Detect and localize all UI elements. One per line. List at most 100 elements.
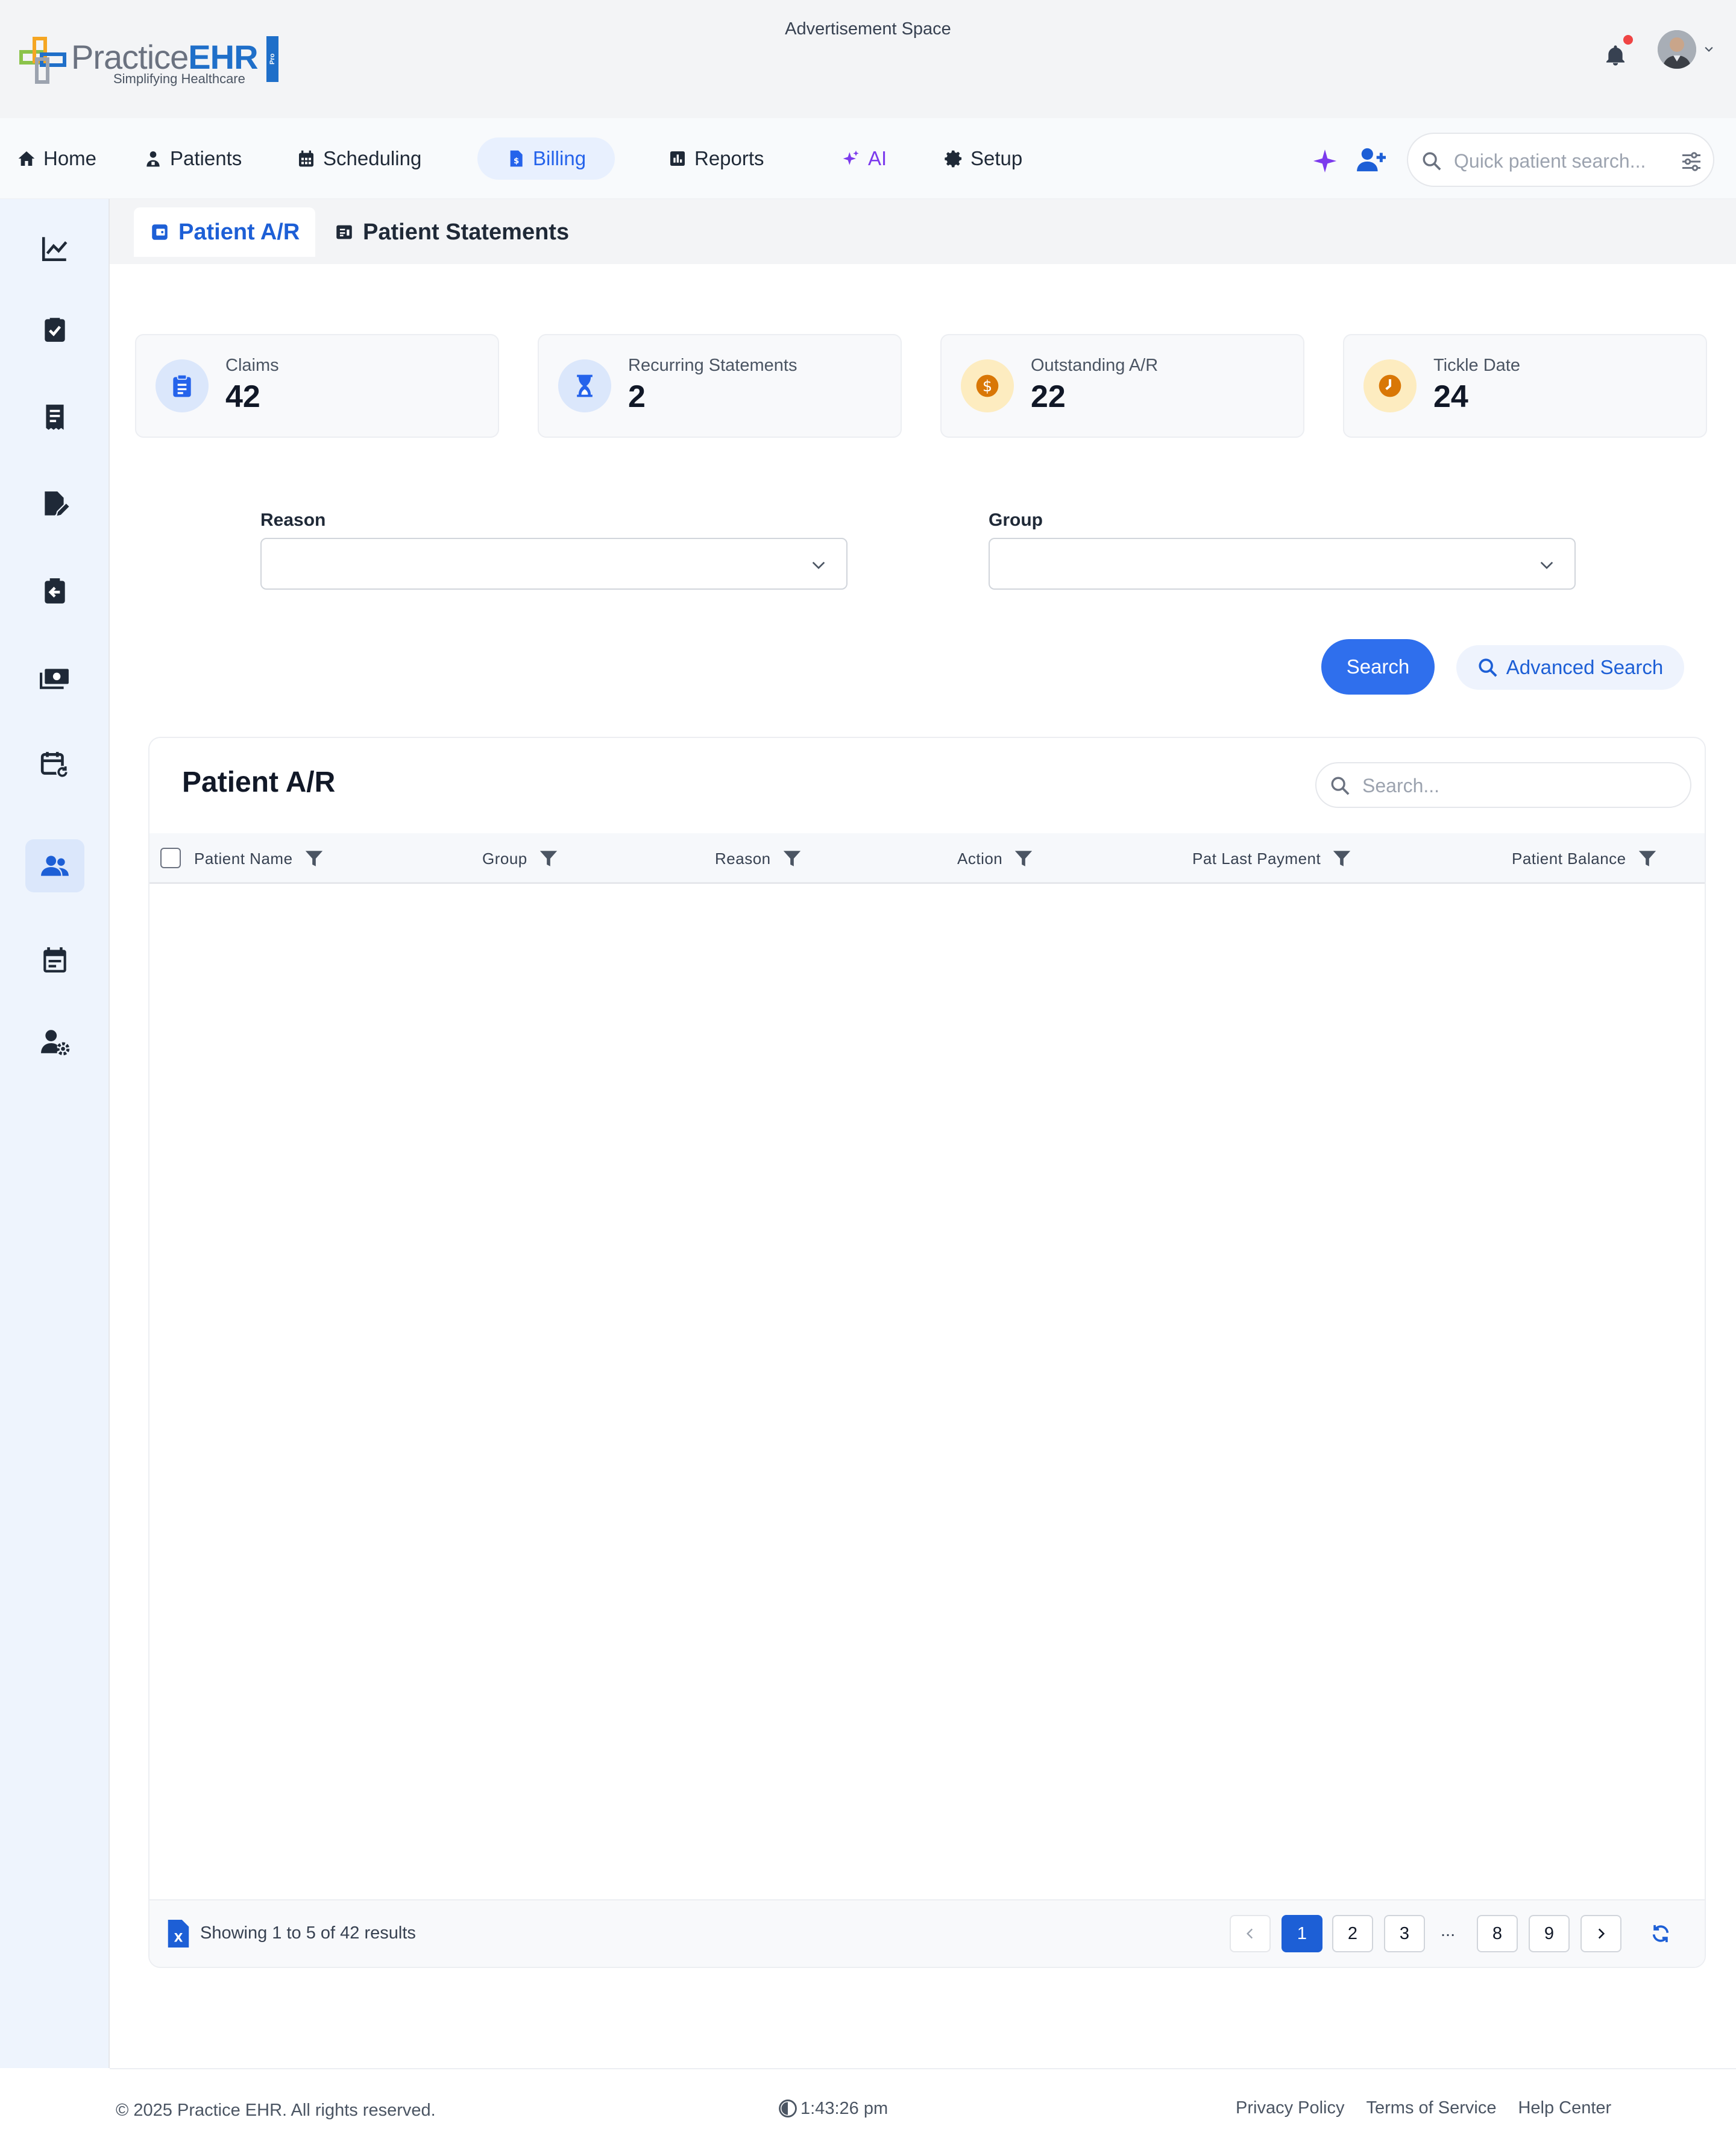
clock-icon	[779, 2099, 797, 2118]
nav-billing[interactable]: $ Billing	[477, 137, 615, 180]
chevron-down-icon[interactable]	[1701, 43, 1717, 55]
nav-reports-label: Reports	[694, 147, 764, 169]
nav-home-label: Home	[43, 147, 97, 169]
tab-patient-ar[interactable]: Patient A/R	[134, 207, 316, 257]
help-center-link[interactable]: Help Center	[1518, 2098, 1611, 2118]
hourglass-icon	[577, 374, 593, 397]
search-icon	[1423, 152, 1441, 171]
group-label: Group	[989, 510, 1043, 530]
column-label: Reason	[715, 849, 771, 868]
reason-select[interactable]	[260, 538, 848, 590]
pagination-page-8[interactable]: 8	[1477, 1915, 1518, 1952]
search-button[interactable]: Search	[1321, 639, 1435, 695]
filter-icon[interactable]	[1332, 848, 1352, 869]
practice-ehr-logo[interactable]: PracticeEHR Simplifying Healthcare Pro	[18, 34, 278, 89]
tab-patient-ar-label: Patient A/R	[178, 219, 300, 245]
quick-patient-search-input[interactable]	[1454, 145, 1671, 177]
chevron-down-icon	[812, 561, 825, 569]
privacy-policy-link[interactable]: Privacy Policy	[1236, 2098, 1345, 2118]
stat-card-outstanding-ar[interactable]: $ Outstanding A/R 22	[940, 334, 1304, 438]
advanced-search-label: Advanced Search	[1506, 656, 1664, 678]
table-body	[149, 886, 1705, 1899]
clock-icon	[1379, 374, 1401, 397]
refresh-icon[interactable]	[1650, 1923, 1671, 1944]
column-group[interactable]: Group	[482, 833, 559, 884]
table-search-input[interactable]	[1362, 771, 1676, 801]
top-header: PracticeEHR Simplifying Healthcare Pro A…	[0, 0, 1736, 118]
sidebar-item-statements[interactable]	[25, 391, 84, 444]
nav-reports[interactable]: Reports	[668, 137, 764, 180]
user-avatar[interactable]	[1658, 30, 1696, 69]
nav-setup[interactable]: Setup	[944, 137, 1022, 180]
stat-card-claims[interactable]: Claims 42	[135, 334, 499, 438]
sidebar-item-edit-claims[interactable]	[25, 478, 84, 531]
filter-icon[interactable]	[782, 848, 802, 869]
sidebar-item-dashboard[interactable]	[25, 222, 84, 275]
table-footer: X Showing 1 to 5 of 42 results 1 2 3 ...…	[149, 1899, 1705, 1967]
add-patient-icon[interactable]	[1356, 146, 1388, 174]
statement-icon	[336, 225, 352, 239]
filter-icon[interactable]	[1013, 848, 1034, 869]
filter-icon[interactable]	[538, 848, 559, 869]
excel-export-icon[interactable]: X	[168, 1920, 189, 1948]
filter-icon[interactable]	[1637, 848, 1658, 869]
ai-assistant-sparkle-icon[interactable]	[1311, 147, 1339, 175]
calendar-list-icon	[43, 947, 66, 973]
stat-value: 22	[1031, 379, 1066, 414]
stat-card-tickle-date[interactable]: Tickle Date 24	[1343, 334, 1707, 438]
pagination-page-9[interactable]: 9	[1529, 1915, 1570, 1952]
select-all-checkbox[interactable]	[160, 848, 181, 868]
terms-of-service-link[interactable]: Terms of Service	[1366, 2098, 1497, 2118]
nav-scheduling[interactable]: Scheduling	[297, 137, 421, 180]
pagination-prev-button[interactable]	[1230, 1915, 1271, 1952]
pagination-next-button[interactable]	[1580, 1915, 1621, 1952]
billing-sidebar	[0, 199, 110, 2068]
column-reason[interactable]: Reason	[715, 833, 802, 884]
column-action[interactable]: Action	[957, 833, 1034, 884]
pagination-page-2[interactable]: 2	[1332, 1915, 1373, 1952]
advanced-search-button[interactable]: Advanced Search	[1456, 645, 1684, 690]
pagination-page-1[interactable]: 1	[1282, 1915, 1322, 1952]
group-select[interactable]	[989, 538, 1576, 590]
nav-ai[interactable]: AI	[841, 137, 887, 180]
notification-dot	[1623, 35, 1633, 45]
sidebar-item-schedule[interactable]	[25, 933, 84, 986]
sidebar-item-claims[interactable]	[25, 303, 84, 356]
column-label: Action	[957, 849, 1003, 868]
chevron-down-icon	[1540, 561, 1553, 569]
clipboard-list-icon	[173, 374, 191, 397]
sidebar-item-returns[interactable]	[25, 564, 84, 617]
sidebar-item-recurring[interactable]	[25, 738, 84, 791]
sliders-icon[interactable]	[1681, 151, 1702, 172]
nav-ai-label: AI	[868, 147, 887, 169]
copyright-text: © 2025 Practice EHR. All rights reserved…	[116, 2101, 436, 2120]
stat-value: 24	[1433, 379, 1468, 414]
main-navigation: Home Patients Scheduling $ Billing Repor…	[0, 118, 1736, 199]
nav-home[interactable]: Home	[17, 137, 96, 180]
stat-icon-wrap: $	[961, 359, 1014, 412]
calendar-icon	[299, 150, 313, 167]
pagination-ellipsis: ...	[1441, 1921, 1456, 1940]
page-footer: © 2025 Practice EHR. All rights reserved…	[110, 2068, 1736, 2132]
billing-subtabs: Patient A/R Patient Statements	[110, 199, 1736, 264]
billing-file-icon: $	[510, 150, 523, 167]
filter-icon[interactable]	[304, 848, 324, 869]
nav-patients[interactable]: Patients	[143, 137, 242, 180]
column-patient-name[interactable]: Patient Name	[194, 833, 324, 884]
column-patient-balance[interactable]: Patient Balance	[1512, 833, 1658, 884]
table-title: Patient A/R	[182, 766, 336, 798]
sidebar-item-payments[interactable]	[25, 651, 84, 704]
sidebar-item-user-settings[interactable]	[25, 1015, 84, 1068]
stat-card-recurring-statements[interactable]: Recurring Statements 2	[538, 334, 902, 438]
notification-bell-icon[interactable]	[1603, 42, 1628, 69]
current-time: 1:43:26 pm	[778, 2098, 888, 2119]
column-pat-last-payment[interactable]: Pat Last Payment	[1192, 833, 1352, 884]
tab-patient-statements[interactable]: Patient Statements	[318, 207, 585, 257]
pagination-page-3[interactable]: 3	[1384, 1915, 1425, 1952]
footer-links: Privacy Policy Terms of Service Help Cen…	[1236, 2098, 1611, 2118]
column-label: Group	[482, 849, 527, 868]
results-summary: Showing 1 to 5 of 42 results	[200, 1923, 416, 1943]
sidebar-item-patient-ar[interactable]	[25, 839, 84, 892]
tab-patient-statements-label: Patient Statements	[363, 219, 570, 245]
stat-icon-wrap	[156, 359, 209, 412]
